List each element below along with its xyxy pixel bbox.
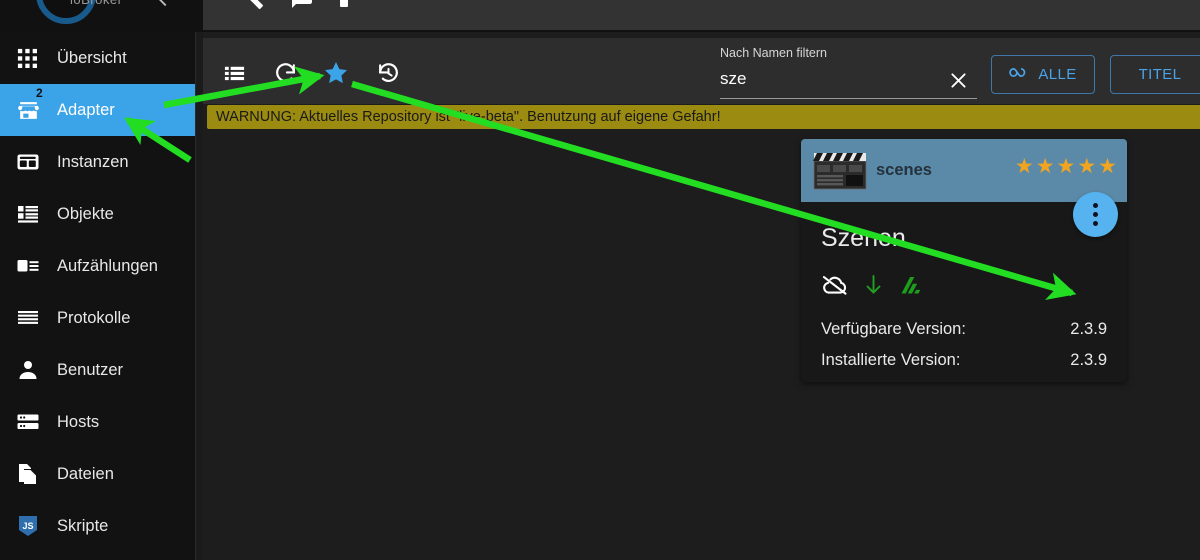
star-filled-icon: ★ bbox=[1014, 155, 1034, 178]
grid-icon bbox=[16, 45, 46, 71]
sidebar-item-label: Benutzer bbox=[57, 360, 124, 379]
objects-icon bbox=[16, 201, 46, 227]
filter-input-row bbox=[720, 69, 977, 99]
feedback-icon[interactable] bbox=[290, 0, 314, 10]
files-icon bbox=[16, 461, 46, 487]
sidebar-item-instanzen[interactable]: Instanzen bbox=[0, 136, 195, 188]
sidebar-item-label: Objekte bbox=[57, 204, 114, 223]
installed-version-row: Installierte Version: 2.3.9 bbox=[821, 351, 1107, 370]
sidebar: Übersicht 2 Adapter Instanzen Objekte Au… bbox=[0, 32, 196, 560]
available-version-label: Verfügbare Version: bbox=[821, 320, 966, 338]
adapter-toolbar: Nach Namen filtern ALLE bbox=[203, 38, 1200, 104]
wrench-icon[interactable] bbox=[240, 0, 264, 10]
adapter-update-badge: 2 bbox=[36, 86, 43, 100]
adapter-card-header: scenes ★ ★ ★ ★ ★ bbox=[801, 139, 1127, 202]
store-icon: 2 bbox=[16, 87, 46, 123]
rating-stars[interactable]: ★ ★ ★ ★ ★ bbox=[1015, 156, 1117, 177]
star-filled-icon: ★ bbox=[1035, 155, 1055, 178]
sort-title-button[interactable]: TITEL bbox=[1110, 55, 1200, 94]
clapperboard-icon bbox=[813, 152, 867, 190]
app-root: ioBroker bbox=[0, 0, 1200, 560]
statistics-icon[interactable] bbox=[898, 273, 924, 297]
enums-icon bbox=[16, 253, 46, 279]
sidebar-item-dateien[interactable]: Dateien bbox=[0, 448, 195, 500]
sidebar-item-label: Hosts bbox=[57, 412, 100, 431]
dot bbox=[1093, 203, 1098, 208]
more-vertical-icon[interactable] bbox=[1073, 192, 1118, 237]
filter-all-label: ALLE bbox=[1038, 66, 1077, 83]
sidebar-item-adapter[interactable]: 2 Adapter bbox=[0, 84, 195, 136]
close-icon[interactable] bbox=[945, 67, 971, 93]
filter-field: Nach Namen filtern bbox=[720, 46, 977, 99]
star-filled-icon: ★ bbox=[1056, 155, 1076, 178]
sort-title-label: TITEL bbox=[1138, 66, 1182, 83]
top-app-bar: ioBroker bbox=[0, 0, 1200, 32]
check-updates-icon[interactable] bbox=[373, 58, 403, 88]
sidebar-item-skripte[interactable]: JS Skripte bbox=[0, 500, 195, 552]
sidebar-scrollbar[interactable] bbox=[196, 32, 203, 560]
sidebar-item-label: Protokolle bbox=[57, 308, 131, 327]
logs-icon bbox=[16, 305, 46, 331]
sidebar-item-label: Skripte bbox=[57, 516, 109, 535]
warning-text: WARNUNG: Aktuelles Repository ist "live-… bbox=[216, 109, 721, 125]
star-icon[interactable] bbox=[321, 58, 351, 88]
user-icon bbox=[16, 357, 46, 383]
sidebar-item-uebersicht[interactable]: Übersicht bbox=[0, 32, 195, 84]
sidebar-item-objekte[interactable]: Objekte bbox=[0, 188, 195, 240]
available-version-value: 2.3.9 bbox=[1070, 320, 1107, 338]
star-filled-icon: ★ bbox=[1098, 155, 1117, 178]
infinity-icon bbox=[1009, 65, 1031, 84]
sidebar-item-label: Adapter bbox=[57, 100, 115, 119]
filter-all-button[interactable]: ALLE bbox=[991, 55, 1095, 94]
installed-version-value: 2.3.9 bbox=[1070, 351, 1107, 369]
sidebar-item-label: Übersicht bbox=[57, 48, 127, 67]
dot bbox=[1093, 221, 1098, 226]
list-view-icon[interactable] bbox=[219, 58, 249, 88]
adapter-card-scenes[interactable]: scenes ★ ★ ★ ★ ★ Szenen Verfügbare Versi… bbox=[801, 139, 1127, 382]
javascript-icon: JS bbox=[16, 513, 46, 539]
repository-warning-banner: WARNUNG: Aktuelles Repository ist "live-… bbox=[207, 105, 1200, 129]
star-filled-icon: ★ bbox=[1077, 155, 1097, 178]
sidebar-item-label: Dateien bbox=[57, 464, 114, 483]
refresh-icon[interactable] bbox=[270, 58, 300, 88]
main-content: Nach Namen filtern ALLE bbox=[203, 32, 1200, 560]
search-input[interactable] bbox=[720, 69, 930, 89]
layout-icon[interactable] bbox=[337, 0, 361, 10]
sidebar-item-hosts[interactable]: Hosts bbox=[0, 396, 195, 448]
adapter-name: scenes bbox=[876, 161, 932, 179]
hosts-icon bbox=[16, 409, 46, 435]
instances-icon bbox=[16, 149, 46, 175]
cloud-off-icon[interactable] bbox=[821, 273, 849, 297]
available-version-row: Verfügbare Version: 2.3.9 bbox=[821, 320, 1107, 339]
installed-version-label: Installierte Version: bbox=[821, 351, 961, 369]
collapse-icon[interactable] bbox=[152, 0, 174, 10]
adapter-status-icons bbox=[821, 271, 1107, 299]
sidebar-item-label: Instanzen bbox=[57, 152, 129, 171]
sidebar-item-protokolle[interactable]: Protokolle bbox=[0, 292, 195, 344]
adapter-title: Szenen bbox=[821, 224, 906, 252]
sidebar-item-label: Aufzählungen bbox=[57, 256, 158, 275]
sidebar-item-benutzer[interactable]: Benutzer bbox=[0, 344, 195, 396]
dot bbox=[1093, 212, 1098, 217]
svg-text:JS: JS bbox=[22, 521, 33, 531]
app-title: ioBroker bbox=[70, 0, 122, 7]
download-arrow-icon[interactable] bbox=[863, 273, 884, 297]
sidebar-item-aufzaehlungen[interactable]: Aufzählungen bbox=[0, 240, 195, 292]
filter-label: Nach Namen filtern bbox=[720, 46, 827, 60]
